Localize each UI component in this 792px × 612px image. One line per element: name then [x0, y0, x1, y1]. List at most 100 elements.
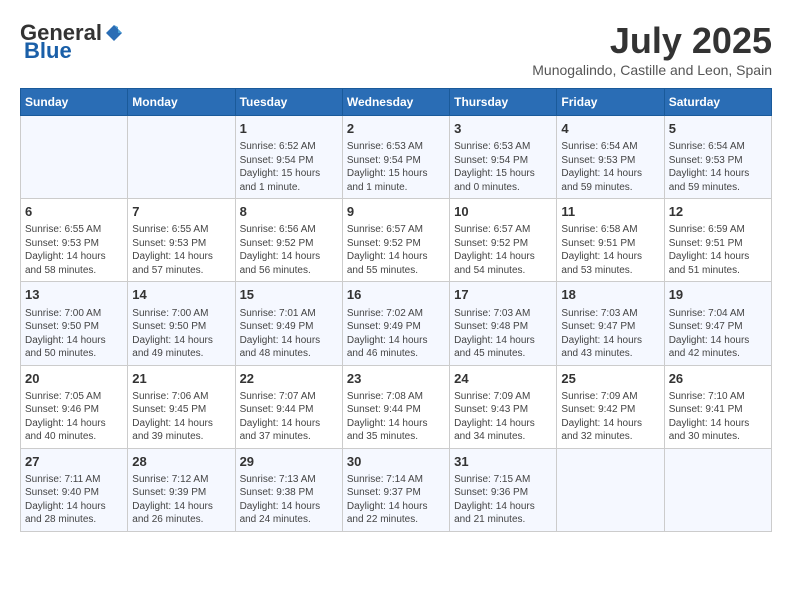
calendar-day-cell: 4 Sunrise: 6:54 AMSunset: 9:53 PMDaylight…: [557, 116, 664, 199]
day-number: 19: [669, 286, 767, 304]
calendar-week-row: 20 Sunrise: 7:05 AMSunset: 9:46 PMDayligh…: [21, 365, 772, 448]
day-of-week-header: Sunday: [21, 89, 128, 116]
day-number: 15: [240, 286, 338, 304]
calendar-day-cell: 20 Sunrise: 7:05 AMSunset: 9:46 PMDayligh…: [21, 365, 128, 448]
day-number: 2: [347, 120, 445, 138]
day-number: 13: [25, 286, 123, 304]
day-info: Sunrise: 7:02 AMSunset: 9:49 PMDaylight:…: [347, 307, 445, 361]
calendar-day-cell: 18Sunrise: 7:03 AMSunset: 9:47 PMDayligh…: [557, 282, 664, 365]
day-info: Sunrise: 7:11 AMSunset: 9:40 PMDaylight:…: [25, 473, 123, 527]
calendar-day-cell: 24Sunrise: 7:09 AMSunset: 9:43 PMDayligh…: [450, 365, 557, 448]
day-number: 7: [132, 203, 230, 221]
day-number: 8: [240, 203, 338, 221]
calendar-day-cell: 28 Sunrise: 7:12 AMSunset: 9:39 PMDayligh…: [128, 448, 235, 531]
day-of-week-header: Tuesday: [235, 89, 342, 116]
day-info: Sunrise: 7:08 AMSunset: 9:44 PMDaylight:…: [347, 390, 445, 444]
day-number: 17: [454, 286, 552, 304]
day-number: 11: [561, 203, 659, 221]
calendar-week-row: 27 Sunrise: 7:11 AMSunset: 9:40 PMDayligh…: [21, 448, 772, 531]
day-info: Sunrise: 6:53 AMSunset: 9:54 PMDaylight:…: [454, 140, 552, 194]
calendar-table: SundayMondayTuesdayWednesdayThursdayFrid…: [20, 88, 772, 532]
calendar-day-cell: 25 Sunrise: 7:09 AMSunset: 9:42 PMDayligh…: [557, 365, 664, 448]
calendar-week-row: 1Sunrise: 6:52 AMSunset: 9:54 PMDaylight…: [21, 116, 772, 199]
day-info: Sunrise: 7:12 AMSunset: 9:39 PMDaylight:…: [132, 473, 230, 527]
day-info: Sunrise: 7:07 AMSunset: 9:44 PMDaylight:…: [240, 390, 338, 444]
logo: General Blue: [20, 20, 124, 64]
calendar-day-cell: 31 Sunrise: 7:15 AMSunset: 9:36 PMDayligh…: [450, 448, 557, 531]
calendar-day-cell: [21, 116, 128, 199]
calendar-day-cell: [664, 448, 771, 531]
day-info: Sunrise: 7:09 AMSunset: 9:43 PMDaylight:…: [454, 390, 552, 444]
day-number: 6: [25, 203, 123, 221]
calendar-day-cell: 1Sunrise: 6:52 AMSunset: 9:54 PMDaylight…: [235, 116, 342, 199]
day-info: Sunrise: 7:13 AMSunset: 9:38 PMDaylight:…: [240, 473, 338, 527]
calendar-day-cell: 7 Sunrise: 6:55 AMSunset: 9:53 PMDaylight…: [128, 199, 235, 282]
calendar-day-cell: 8 Sunrise: 6:56 AMSunset: 9:52 PMDaylight…: [235, 199, 342, 282]
day-info: Sunrise: 7:00 AMSunset: 9:50 PMDaylight:…: [25, 307, 123, 361]
calendar-day-cell: 23 Sunrise: 7:08 AMSunset: 9:44 PMDayligh…: [342, 365, 449, 448]
day-number: 18: [561, 286, 659, 304]
month-title: July 2025: [532, 20, 772, 62]
calendar-day-cell: 17Sunrise: 7:03 AMSunset: 9:48 PMDayligh…: [450, 282, 557, 365]
day-of-week-header: Saturday: [664, 89, 771, 116]
title-area: July 2025 Munogalindo, Castille and Leon…: [532, 20, 772, 78]
calendar-day-cell: 2 Sunrise: 6:53 AMSunset: 9:54 PMDaylight…: [342, 116, 449, 199]
day-number: 12: [669, 203, 767, 221]
day-info: Sunrise: 7:06 AMSunset: 9:45 PMDaylight:…: [132, 390, 230, 444]
day-info: Sunrise: 7:05 AMSunset: 9:46 PMDaylight:…: [25, 390, 123, 444]
day-info: Sunrise: 6:54 AMSunset: 9:53 PMDaylight:…: [669, 140, 767, 194]
day-number: 25: [561, 370, 659, 388]
calendar-day-cell: 10 Sunrise: 6:57 AMSunset: 9:52 PMDayligh…: [450, 199, 557, 282]
day-number: 10: [454, 203, 552, 221]
day-number: 28: [132, 453, 230, 471]
day-info: Sunrise: 6:52 AMSunset: 9:54 PMDaylight:…: [240, 140, 338, 194]
calendar-day-cell: 29 Sunrise: 7:13 AMSunset: 9:38 PMDayligh…: [235, 448, 342, 531]
calendar-week-row: 13 Sunrise: 7:00 AMSunset: 9:50 PMDayligh…: [21, 282, 772, 365]
calendar-week-row: 6 Sunrise: 6:55 AMSunset: 9:53 PMDaylight…: [21, 199, 772, 282]
day-number: 22: [240, 370, 338, 388]
calendar-day-cell: 22 Sunrise: 7:07 AMSunset: 9:44 PMDayligh…: [235, 365, 342, 448]
day-info: Sunrise: 7:15 AMSunset: 9:36 PMDaylight:…: [454, 473, 552, 527]
calendar-day-cell: 5 Sunrise: 6:54 AMSunset: 9:53 PMDaylight…: [664, 116, 771, 199]
day-info: Sunrise: 6:55 AMSunset: 9:53 PMDaylight:…: [132, 223, 230, 277]
day-number: 9: [347, 203, 445, 221]
calendar-day-cell: 15Sunrise: 7:01 AMSunset: 9:49 PMDayligh…: [235, 282, 342, 365]
day-of-week-header: Wednesday: [342, 89, 449, 116]
day-number: 4: [561, 120, 659, 138]
day-info: Sunrise: 6:57 AMSunset: 9:52 PMDaylight:…: [347, 223, 445, 277]
calendar-day-cell: [128, 116, 235, 199]
calendar-day-cell: 6Sunrise: 6:55 AMSunset: 9:53 PMDaylight…: [21, 199, 128, 282]
calendar-day-cell: 3 Sunrise: 6:53 AMSunset: 9:54 PMDaylight…: [450, 116, 557, 199]
logo-icon: [104, 23, 124, 43]
day-number: 14: [132, 286, 230, 304]
day-number: 31: [454, 453, 552, 471]
day-info: Sunrise: 6:58 AMSunset: 9:51 PMDaylight:…: [561, 223, 659, 277]
day-number: 3: [454, 120, 552, 138]
calendar-day-cell: 21 Sunrise: 7:06 AMSunset: 9:45 PMDayligh…: [128, 365, 235, 448]
calendar-day-cell: 30Sunrise: 7:14 AMSunset: 9:37 PMDayligh…: [342, 448, 449, 531]
day-number: 27: [25, 453, 123, 471]
day-info: Sunrise: 7:14 AMSunset: 9:37 PMDaylight:…: [347, 473, 445, 527]
day-number: 23: [347, 370, 445, 388]
logo-blue-text: Blue: [24, 38, 72, 64]
day-info: Sunrise: 7:00 AMSunset: 9:50 PMDaylight:…: [132, 307, 230, 361]
day-info: Sunrise: 7:09 AMSunset: 9:42 PMDaylight:…: [561, 390, 659, 444]
day-number: 5: [669, 120, 767, 138]
calendar-header-row: SundayMondayTuesdayWednesdayThursdayFrid…: [21, 89, 772, 116]
calendar-day-cell: 19Sunrise: 7:04 AMSunset: 9:47 PMDayligh…: [664, 282, 771, 365]
calendar-day-cell: 14 Sunrise: 7:00 AMSunset: 9:50 PMDayligh…: [128, 282, 235, 365]
day-info: Sunrise: 6:53 AMSunset: 9:54 PMDaylight:…: [347, 140, 445, 194]
day-number: 26: [669, 370, 767, 388]
day-number: 21: [132, 370, 230, 388]
calendar-day-cell: 26Sunrise: 7:10 AMSunset: 9:41 PMDayligh…: [664, 365, 771, 448]
day-of-week-header: Monday: [128, 89, 235, 116]
day-number: 20: [25, 370, 123, 388]
day-info: Sunrise: 6:57 AMSunset: 9:52 PMDaylight:…: [454, 223, 552, 277]
day-info: Sunrise: 6:54 AMSunset: 9:53 PMDaylight:…: [561, 140, 659, 194]
day-number: 16: [347, 286, 445, 304]
day-of-week-header: Friday: [557, 89, 664, 116]
day-number: 29: [240, 453, 338, 471]
day-info: Sunrise: 6:56 AMSunset: 9:52 PMDaylight:…: [240, 223, 338, 277]
calendar-day-cell: [557, 448, 664, 531]
calendar-day-cell: 9 Sunrise: 6:57 AMSunset: 9:52 PMDaylight…: [342, 199, 449, 282]
